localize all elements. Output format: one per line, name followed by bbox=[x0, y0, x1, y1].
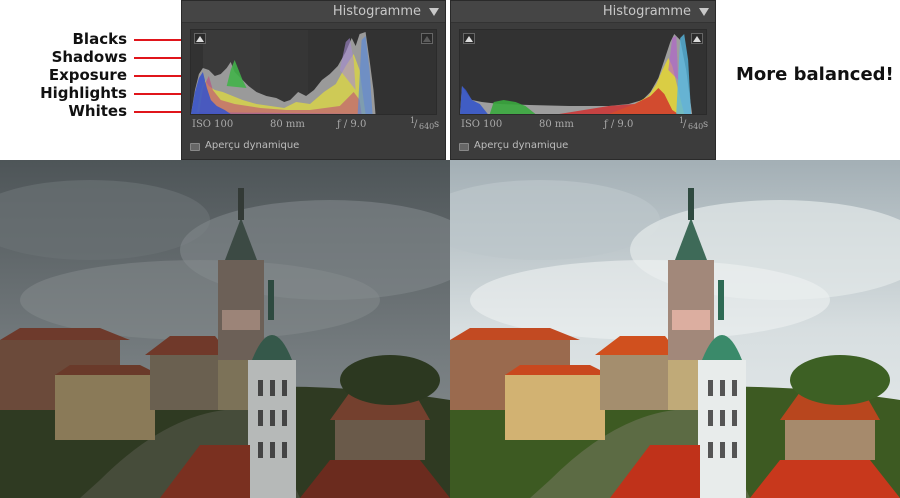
label-exposure: Exposure bbox=[48, 66, 127, 84]
aperture-value: ƒ / 9.0 bbox=[337, 119, 367, 130]
panel-title: Histogramme bbox=[602, 4, 691, 19]
exif-info: ISO 100 80 mm ƒ / 9.0 1 / 640 s bbox=[461, 116, 709, 131]
live-preview-checkbox[interactable] bbox=[459, 143, 469, 151]
label-shadows: Shadows bbox=[51, 48, 127, 66]
live-preview-checkbox[interactable] bbox=[190, 143, 200, 151]
histogram-graph[interactable] bbox=[190, 29, 437, 115]
exif-info: ISO 100 80 mm ƒ / 9.0 1 / 640 s bbox=[192, 116, 440, 131]
after-photo bbox=[450, 160, 900, 498]
shadow-clipping-toggle[interactable] bbox=[463, 33, 475, 44]
shadow-clipping-toggle[interactable] bbox=[194, 33, 206, 44]
label-blacks: Blacks bbox=[72, 30, 128, 48]
shutter-denominator: 640 bbox=[419, 122, 435, 131]
live-preview-label: Aperçu dynamique bbox=[205, 140, 300, 151]
panel-header[interactable]: Histogramme bbox=[451, 1, 715, 23]
histogram-panel-after: Histogramme ISO 100 80 mm ƒ / 9.0 1 / 64… bbox=[450, 0, 716, 160]
panel-header[interactable]: Histogramme bbox=[182, 1, 445, 23]
highlight-clipping-toggle[interactable] bbox=[691, 33, 703, 44]
label-whites: Whites bbox=[68, 102, 127, 120]
before-photo bbox=[0, 160, 450, 498]
aperture-value: ƒ / 9.0 bbox=[604, 119, 634, 130]
label-highlights: Highlights bbox=[40, 84, 127, 102]
iso-value: ISO 100 bbox=[192, 119, 234, 130]
panel-title: Histogramme bbox=[332, 4, 421, 19]
live-preview-row[interactable]: Aperçu dynamique bbox=[459, 140, 707, 156]
iso-value: ISO 100 bbox=[461, 119, 503, 130]
collapse-triangle-icon[interactable] bbox=[699, 8, 709, 16]
shutter-unit: s bbox=[434, 119, 440, 130]
live-preview-row[interactable]: Aperçu dynamique bbox=[190, 140, 437, 156]
shutter-unit: s bbox=[703, 119, 709, 130]
focal-length: 80 mm bbox=[539, 119, 574, 130]
highlight-clipping-toggle[interactable] bbox=[421, 33, 433, 44]
histogram-graph[interactable] bbox=[459, 29, 707, 115]
focal-length: 80 mm bbox=[270, 119, 305, 130]
live-preview-label: Aperçu dynamique bbox=[474, 140, 569, 151]
shutter-denominator: 640 bbox=[688, 122, 704, 131]
callout-text: More balanced! bbox=[736, 64, 894, 85]
histogram-panel-before: Histogramme ISO 100 80 mm ƒ / 9.0 1 / 64… bbox=[181, 0, 446, 160]
collapse-triangle-icon[interactable] bbox=[429, 8, 439, 16]
